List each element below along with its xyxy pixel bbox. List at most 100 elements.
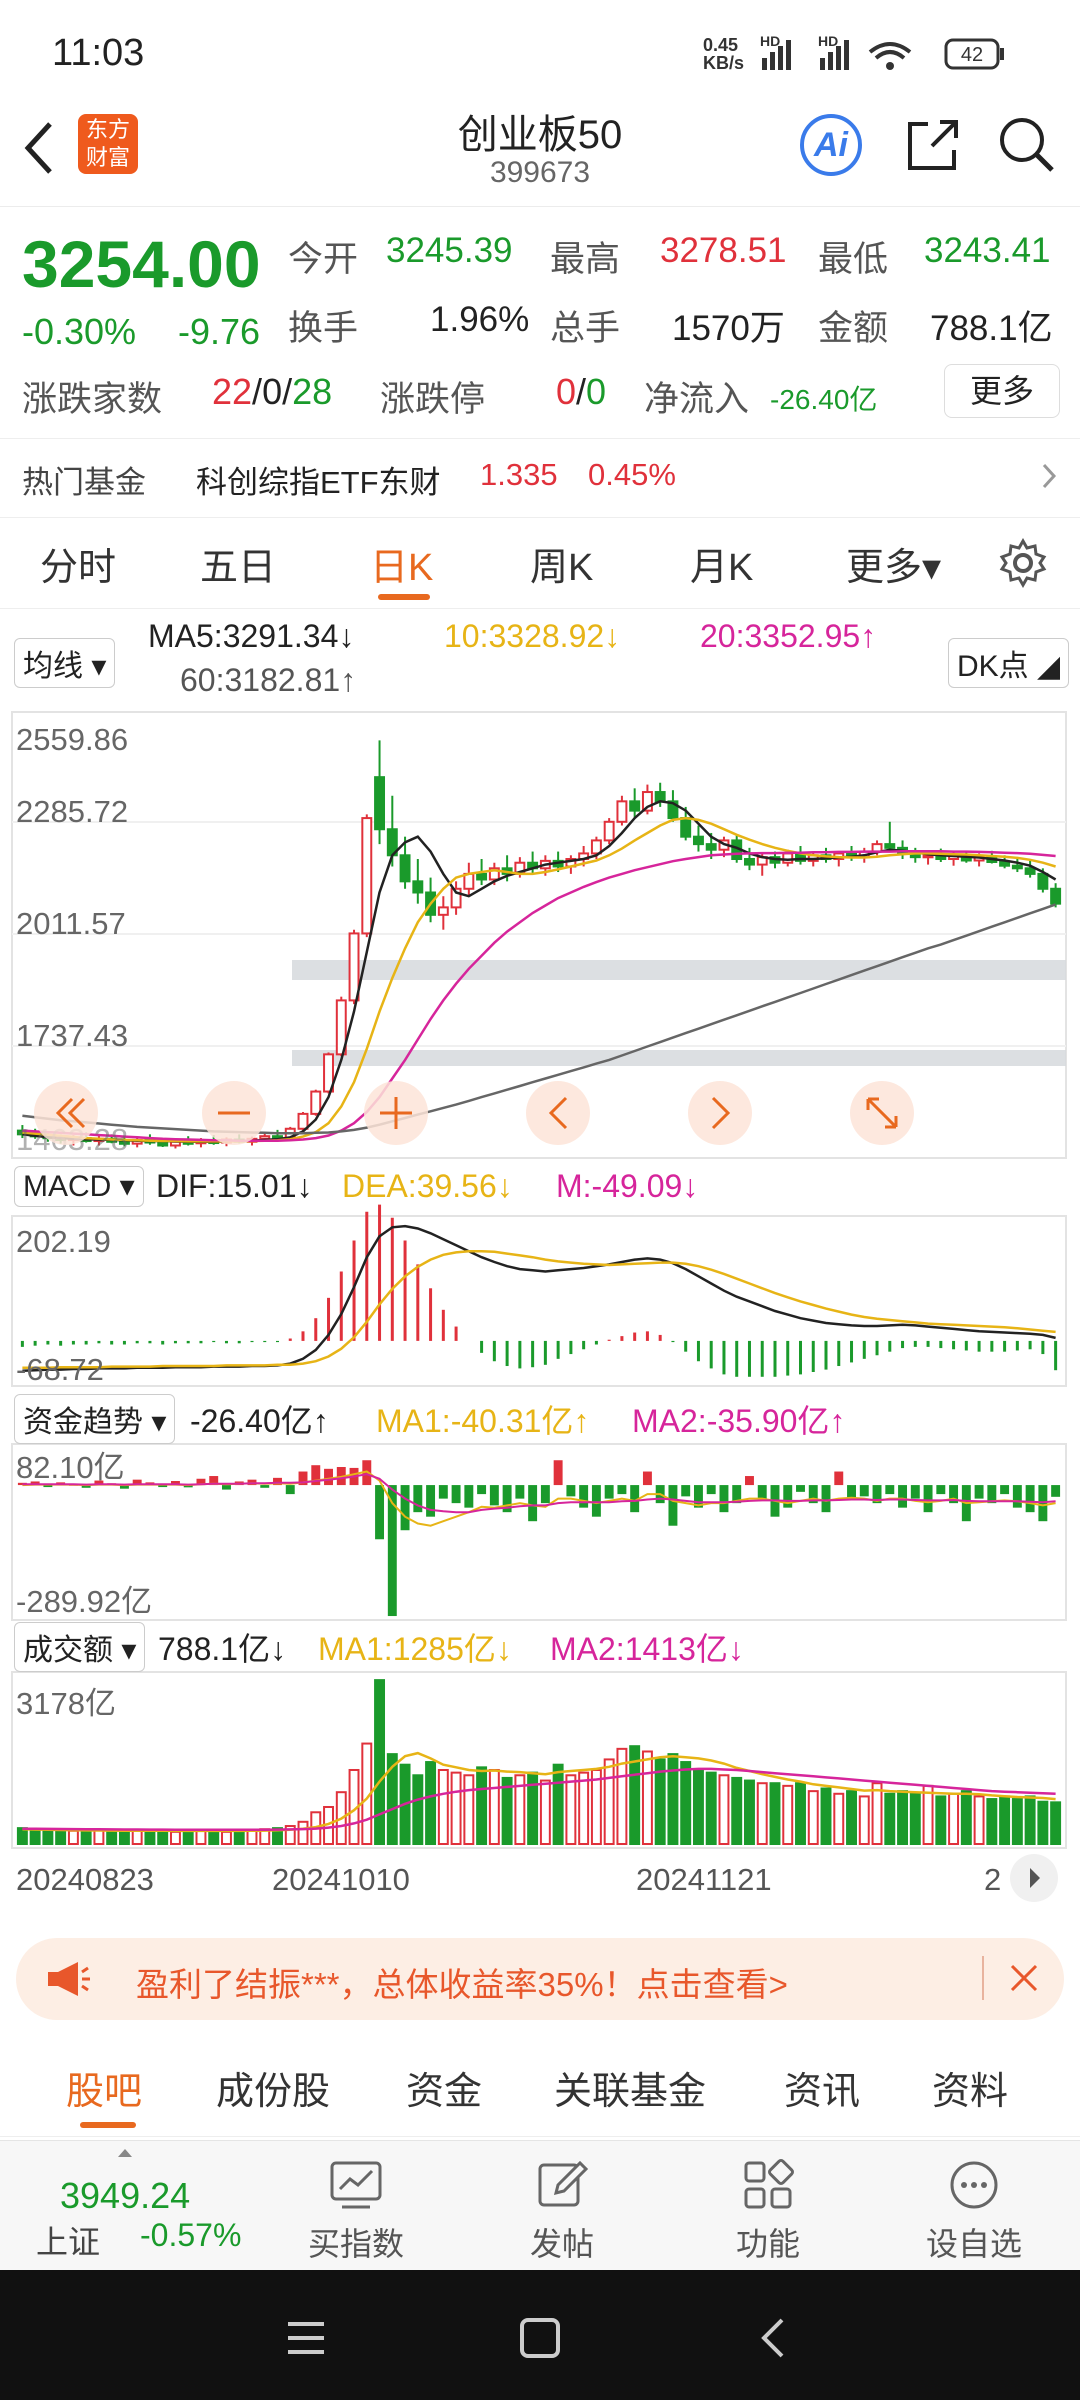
change-value: -9.76 (178, 311, 261, 352)
tab-daily-k[interactable]: 日K (370, 536, 433, 591)
tab-capital[interactable]: 资金 (406, 2060, 482, 2115)
promo-banner[interactable]: 盈利了结振***，总体收益率35%！点击查看> (16, 1938, 1064, 2020)
rewind-button[interactable] (34, 1081, 98, 1145)
status-time: 11:03 (52, 32, 145, 74)
turnover-bar (922, 1784, 934, 1845)
fund-flow-bar (617, 1485, 627, 1495)
turnover-bar (208, 1830, 220, 1845)
turnover-bar (960, 1790, 972, 1846)
turnover-bar (297, 1820, 309, 1846)
turnover-bar (67, 1829, 79, 1846)
fund-flow-bar (757, 1485, 767, 1499)
app-logo-text: 东方财富 (85, 117, 130, 170)
tab-profile[interactable]: 资料 (932, 2060, 1008, 2115)
fund-flow-bar (745, 1476, 754, 1486)
fund-flow-bar (451, 1485, 461, 1504)
change-pct: -0.30% (22, 311, 137, 352)
sse-index-pct: -0.57% (140, 2217, 242, 2253)
zoom-in-button[interactable] (364, 1081, 428, 1145)
scroll-left-button[interactable] (526, 1081, 590, 1145)
candle-body (884, 843, 896, 849)
promo-divider (982, 1956, 984, 2000)
turnover-bar (106, 1830, 118, 1845)
fund-flow-bar (1012, 1485, 1022, 1508)
fund-flow-bar (936, 1485, 946, 1495)
turnover-layer (16, 1679, 1062, 1846)
hot-fund-price: 1.335 (480, 457, 558, 492)
hot-fund-bar[interactable]: 热门基金 科创综指ETF东财 1.335 0.45% (0, 438, 1080, 518)
menu-icon[interactable] (284, 2318, 328, 2358)
turnover-bar (437, 1768, 449, 1846)
open-label: 今开 (288, 240, 359, 279)
turnover-bar (552, 1763, 564, 1845)
candle-body (680, 817, 692, 838)
back-icon[interactable] (756, 2316, 788, 2360)
fund-flow-bar (540, 1485, 550, 1504)
chart-nav-buttons (34, 1081, 914, 1145)
macd-dropdown[interactable]: MACD ▾ (14, 1166, 144, 1207)
fund-trend-ma2: MA2:-35.90亿↑ (632, 1403, 846, 1439)
turnover-dropdown[interactable]: 成交额 ▾ (14, 1622, 146, 1672)
fund-flow-layer (17, 1460, 1061, 1617)
candle-body (297, 1112, 309, 1130)
grid-apps-icon (744, 2159, 794, 2209)
turnover-bar (182, 1829, 194, 1846)
gear-icon[interactable] (998, 538, 1048, 588)
share-icon[interactable] (904, 116, 962, 174)
fund-flow-bar (426, 1485, 436, 1517)
edit-icon (538, 2160, 589, 2207)
fund-flow-bar (719, 1485, 729, 1513)
add-watchlist-button[interactable]: 设自选 (914, 2159, 1034, 2265)
post-label: 发帖 (529, 2226, 594, 2262)
tab-forum[interactable]: 股吧 (66, 2060, 142, 2115)
x-date-1: 20240823 (16, 1862, 154, 1897)
tab-related-funds[interactable]: 关联基金 (554, 2060, 706, 2115)
turnover-bar (820, 1787, 832, 1846)
fund-flow-bar (681, 1485, 691, 1497)
fund-flow-bar (859, 1485, 869, 1497)
tab-more[interactable]: 更多▾ (846, 536, 941, 591)
kline-chart-svg[interactable]: 2559.86 2285.72 2011.57 1737.43 1463.28 … (0, 608, 1080, 1918)
candle-body (616, 800, 628, 823)
buy-index-button[interactable]: 买指数 (296, 2159, 416, 2265)
close-icon[interactable] (1006, 1960, 1042, 1996)
tab-five-day[interactable]: 五日 (200, 536, 276, 591)
candle-body (348, 932, 360, 1002)
scroll-right-button[interactable] (688, 1081, 752, 1145)
tab-weekly-k[interactable]: 周K (530, 536, 593, 591)
sep-2: / (282, 371, 293, 412)
fund-trend-dropdown[interactable]: 资金趋势 ▾ (14, 1394, 176, 1444)
more-button[interactable]: 更多 (944, 364, 1060, 418)
fund-trend-dropdown-label: 资金趋势 (23, 1406, 143, 1439)
net-speed: 0.45 KB/s (703, 36, 744, 72)
turnover-bar (744, 1779, 755, 1845)
tab-monthly-k[interactable]: 月K (690, 536, 753, 591)
candle-body (654, 791, 666, 803)
tab-news[interactable]: 资讯 (784, 2060, 860, 2115)
volume-label: 总手 (550, 309, 621, 348)
back-arrow-icon[interactable] (18, 118, 58, 178)
candle-body (157, 1141, 169, 1147)
fund-flow-bar (974, 1485, 984, 1499)
open-value: 3245.39 (386, 231, 513, 270)
turnover-bar (948, 1792, 960, 1846)
zoom-out-button[interactable] (202, 1081, 266, 1145)
home-icon[interactable] (518, 2316, 562, 2360)
x-axis-scroll-button[interactable] (1010, 1854, 1058, 1902)
macd-dea: DEA:39.56↓ (342, 1168, 513, 1204)
fullscreen-button[interactable] (850, 1081, 914, 1145)
tab-constituents[interactable]: 成份股 (216, 2060, 330, 2115)
tab-intraday[interactable]: 分时 (40, 536, 116, 591)
battery-level: 42 (961, 44, 983, 66)
fund-y-bottom: -289.92亿 (16, 1584, 152, 1619)
functions-button[interactable]: 功能 (708, 2159, 828, 2265)
status-bar: 11:03 0.45 KB/s HD HD 42 (0, 0, 1080, 100)
fund-flow-bar (464, 1485, 474, 1508)
search-icon[interactable] (996, 114, 1056, 174)
promo-text: 盈利了结振***，总体收益率35%！点击查看> (136, 1966, 788, 2003)
fund-flow-bar (528, 1485, 538, 1522)
ai-button[interactable]: Ai (800, 114, 862, 176)
fund-flow-bar (438, 1485, 448, 1499)
fund-flow-bar (604, 1485, 614, 1499)
post-button[interactable]: 发帖 (502, 2159, 622, 2265)
